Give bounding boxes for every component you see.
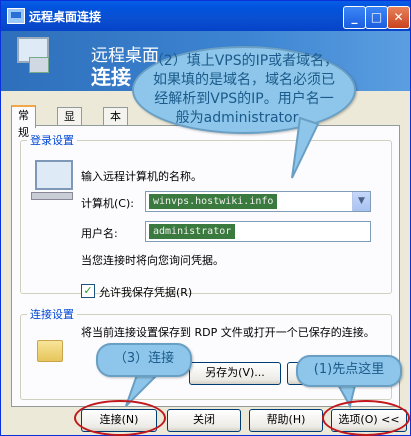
callout-pointer-step2 — [291, 116, 320, 179]
highlight-connect-ellipse — [74, 400, 166, 436]
tab-general[interactable]: 常规 — [11, 105, 36, 139]
annotation-callout-step3: （3）连接 — [96, 343, 192, 377]
highlight-options-ellipse — [322, 400, 410, 436]
annotation-callout-step1: (1)先点这里 — [296, 355, 402, 387]
